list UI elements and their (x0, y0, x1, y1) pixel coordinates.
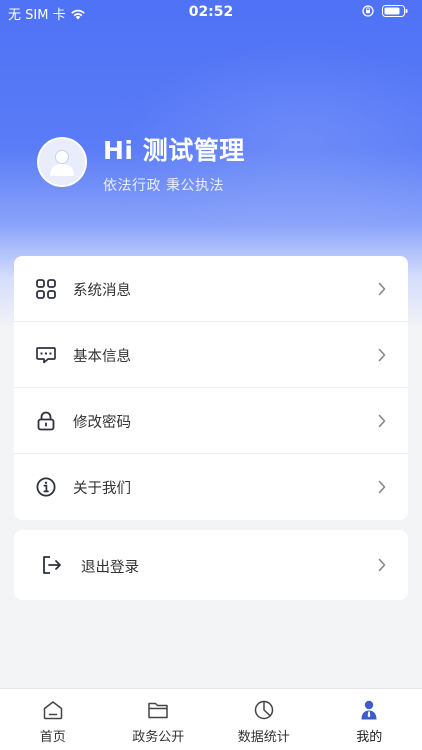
home-icon (43, 701, 62, 720)
menu-item-label: 基本信息 (73, 349, 131, 365)
tab-bar: 首页 政务公开 数据统计 我的 (0, 688, 422, 750)
orientation-lock-icon (362, 5, 374, 17)
menu-item-about-us[interactable]: 关于我们 (14, 454, 408, 520)
logout-button[interactable]: 退出登录 (14, 530, 408, 600)
status-right-group (362, 5, 408, 17)
logout-label: 退出登录 (81, 560, 139, 576)
menu-item-label: 系统消息 (73, 283, 131, 299)
chevron-right-icon (378, 348, 386, 362)
tab-label: 我的 (356, 730, 383, 745)
status-time: 02:52 (188, 4, 234, 20)
person-icon (361, 700, 377, 720)
menu-item-label: 关于我们 (73, 481, 131, 497)
my-profile-screen: 无 SIM 卡 02:52 Hi 测试管理 依法行政 秉公执法 系统消息 基本信… (0, 0, 422, 750)
tab-government-affairs[interactable]: 政务公开 (106, 689, 212, 750)
chevron-right-icon (378, 414, 386, 428)
user-greeting: Hi 测试管理 (103, 136, 245, 165)
folder-icon (148, 702, 168, 719)
tab-label: 首页 (39, 730, 66, 745)
tab-label: 政务公开 (132, 730, 185, 745)
info-icon (36, 477, 56, 497)
lock-icon (37, 411, 55, 431)
avatar[interactable] (37, 137, 87, 187)
tab-mine[interactable]: 我的 (317, 689, 422, 750)
tab-label: 数据统计 (237, 730, 290, 745)
tab-home[interactable]: 首页 (0, 689, 106, 750)
user-avatar-icon (50, 150, 74, 176)
chevron-right-icon (378, 282, 386, 296)
menu-item-basic-info[interactable]: 基本信息 (14, 322, 408, 388)
user-motto: 依法行政 秉公执法 (103, 178, 224, 194)
grid-icon (36, 279, 56, 299)
logout-icon (43, 556, 61, 574)
menu-item-label: 修改密码 (73, 415, 131, 431)
tab-statistics[interactable]: 数据统计 (211, 689, 317, 750)
menu-item-change-password[interactable]: 修改密码 (14, 388, 408, 454)
chat-info-icon (36, 347, 56, 364)
pie-chart-icon (254, 700, 273, 720)
chevron-right-icon (378, 558, 386, 572)
menu-item-system-messages[interactable]: 系统消息 (14, 256, 408, 322)
battery-icon (382, 5, 408, 17)
status-bar: 无 SIM 卡 02:52 (0, 0, 422, 26)
menu-card: 系统消息 基本信息 修改密码 关于我们 (14, 256, 408, 520)
chevron-right-icon (378, 480, 386, 494)
